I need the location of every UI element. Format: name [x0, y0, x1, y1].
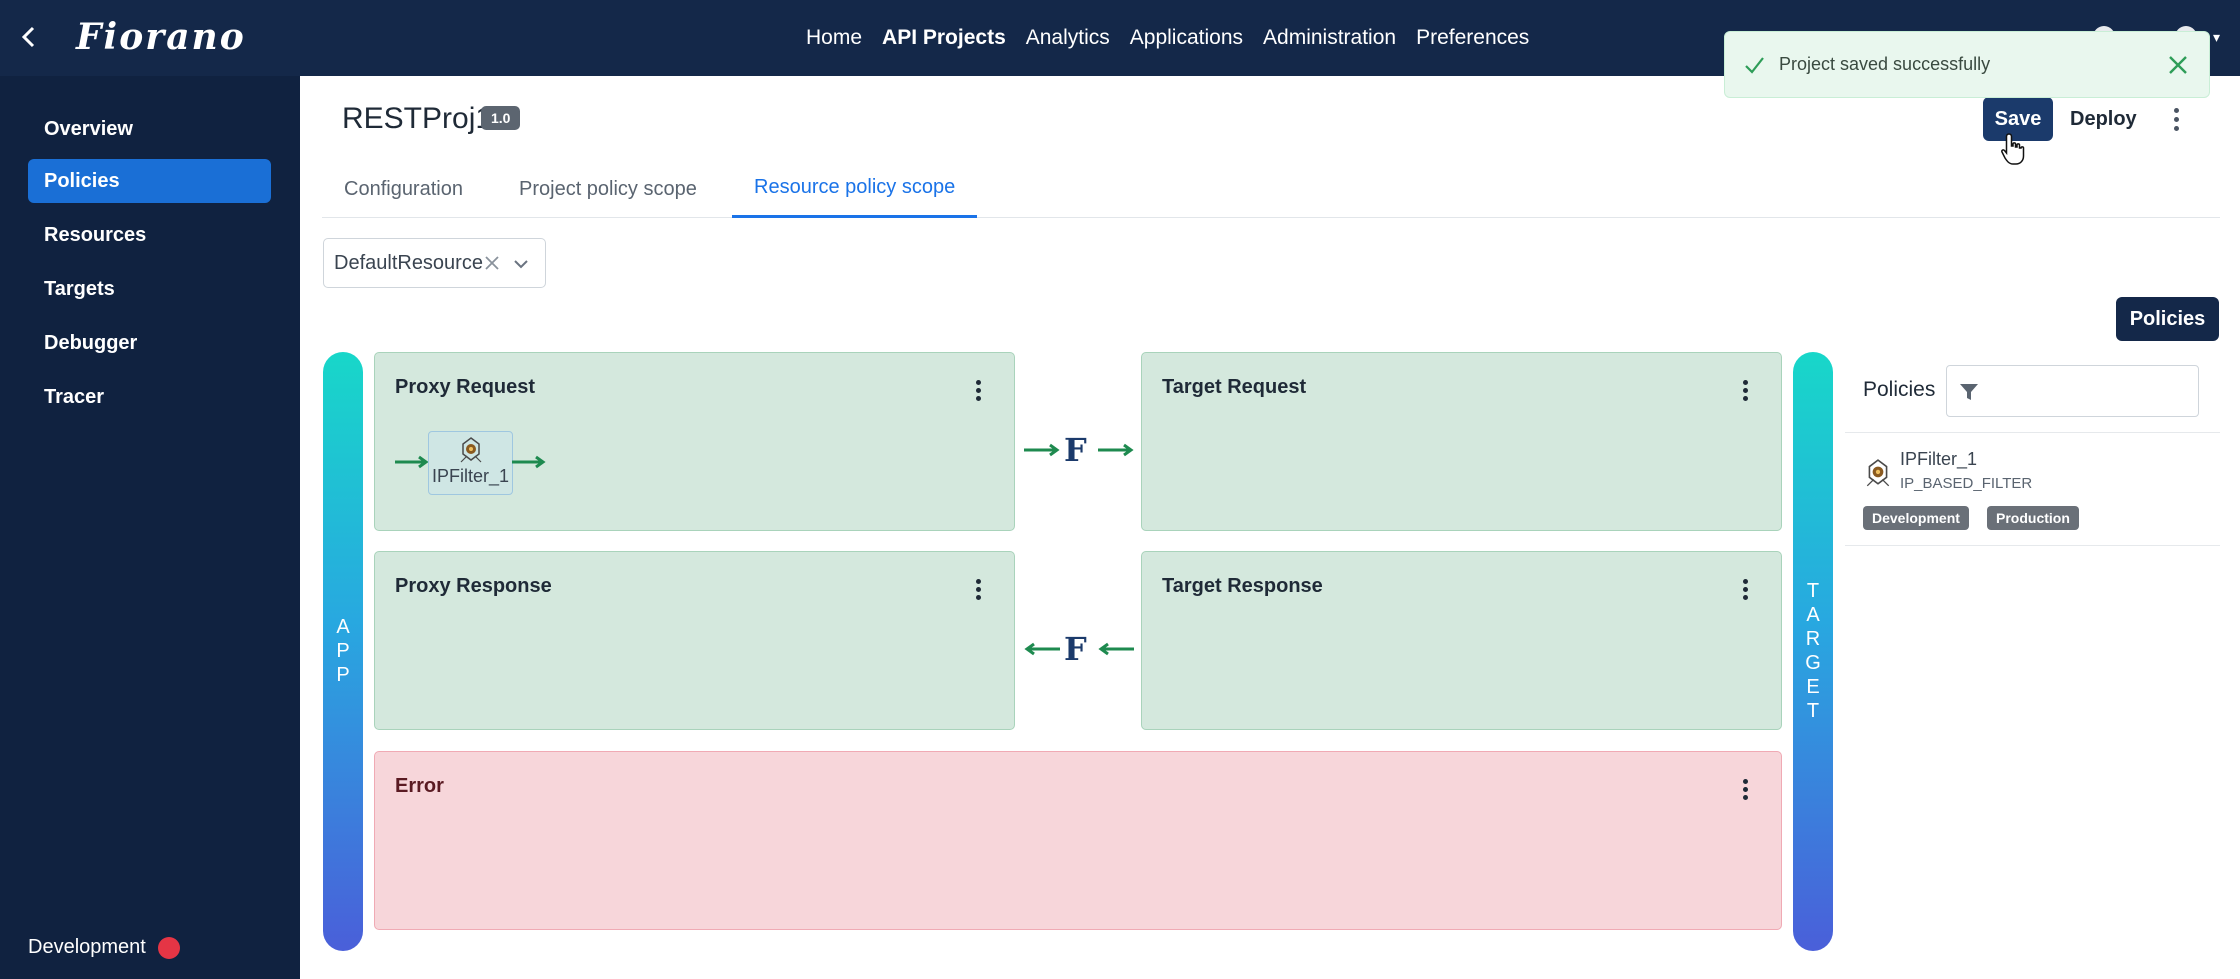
tab-resource-policy-scope[interactable]: Resource policy scope [732, 160, 978, 218]
arrow-right-icon [1098, 443, 1134, 457]
check-icon [1745, 56, 1764, 74]
nav-api-projects[interactable]: API Projects [882, 26, 1006, 50]
nav-home[interactable]: Home [806, 26, 862, 50]
fiorano-logo[interactable]: Fiorano [76, 16, 246, 58]
target-label: TARGET [1802, 579, 1824, 724]
clear-icon[interactable] [482, 253, 502, 273]
proxy-response-title: Proxy Response [395, 575, 552, 597]
chevron-down-icon[interactable] [510, 253, 532, 275]
back-arrow-icon[interactable] [14, 22, 44, 52]
close-icon[interactable] [2165, 52, 2191, 78]
deploy-button[interactable]: Deploy [2070, 97, 2137, 141]
sidebar-item-targets[interactable]: Targets [28, 267, 271, 311]
proxy-request-menu-icon[interactable] [972, 379, 984, 401]
arrow-left-icon [1024, 642, 1060, 656]
error-flow-box[interactable]: Error [374, 751, 1782, 930]
tag-production: Production [1987, 506, 2079, 530]
policy-list-item[interactable]: IPFilter_1 IP_BASED_FILTER Development P… [1845, 434, 2220, 544]
sidebar-item-tracer[interactable]: Tracer [28, 375, 271, 419]
ipfilter-policy-label: IPFilter_1 [431, 466, 510, 486]
target-request-menu-icon[interactable] [1739, 379, 1751, 401]
sidebar-item-overview[interactable]: Overview [28, 107, 271, 151]
environment-status-dot [157, 936, 180, 959]
nav-applications[interactable]: Applications [1130, 26, 1243, 50]
panel-divider [1845, 432, 2220, 433]
proxy-request-box[interactable]: Proxy Request IPFilter_1 [374, 352, 1015, 531]
more-options-icon[interactable] [2166, 104, 2186, 134]
toast-message: Project saved successfully [1779, 54, 1991, 74]
tab-configuration[interactable]: Configuration [344, 160, 463, 218]
arrow-left-icon [1098, 642, 1134, 656]
policies-panel-title: Policies [1863, 378, 1936, 401]
ipfilter-policy-node[interactable]: IPFilter_1 [428, 431, 513, 495]
target-response-box[interactable]: Target Response [1141, 551, 1782, 730]
error-flow-menu-icon[interactable] [1739, 778, 1751, 800]
arrow-right-icon [1024, 443, 1060, 457]
success-toast: Project saved successfully [1724, 31, 2210, 98]
app-bar: APP [323, 352, 363, 951]
chevron-down-icon[interactable]: ▾ [2213, 29, 2220, 46]
nav-analytics[interactable]: Analytics [1026, 26, 1110, 50]
target-bar: TARGET [1793, 352, 1833, 951]
environment-label: Development [28, 936, 146, 958]
version-badge: 1.0 [481, 106, 521, 130]
proxy-response-menu-icon[interactable] [972, 578, 984, 600]
nav-preferences[interactable]: Preferences [1416, 26, 1529, 50]
ip-filter-icon [460, 437, 481, 463]
sidebar-item-policies[interactable]: Policies [28, 159, 271, 203]
sidebar-item-debugger[interactable]: Debugger [28, 321, 271, 365]
scope-tabs: Configuration Project policy scope Resou… [322, 160, 2220, 218]
policies-toggle-button[interactable]: Policies [2116, 297, 2219, 341]
gateway-f-icon: F [1064, 630, 1087, 668]
gateway-f-icon: F [1064, 431, 1087, 469]
proxy-response-box[interactable]: Proxy Response [374, 551, 1015, 730]
project-title: RESTProj1 [342, 102, 493, 135]
sidebar: Overview Policies Resources Targets Debu… [0, 76, 300, 979]
target-response-menu-icon[interactable] [1739, 578, 1751, 600]
target-request-box[interactable]: Target Request [1141, 352, 1782, 531]
main-nav: Home API Projects Analytics Applications… [806, 0, 1549, 76]
resource-select-value: DefaultResource [334, 251, 483, 274]
environment-indicator[interactable]: Development [28, 936, 180, 959]
error-flow-title: Error [395, 775, 444, 797]
filter-icon[interactable] [1957, 380, 1981, 404]
target-request-title: Target Request [1162, 376, 1307, 398]
target-response-title: Target Response [1162, 575, 1323, 597]
proxy-request-title: Proxy Request [395, 376, 536, 398]
policy-type: IP_BASED_FILTER [1900, 475, 2033, 492]
app-label: APP [332, 615, 354, 688]
nav-administration[interactable]: Administration [1263, 26, 1396, 50]
policy-name: IPFilter_1 [1900, 449, 1978, 469]
tab-project-policy-scope[interactable]: Project policy scope [519, 160, 697, 218]
panel-divider [1845, 545, 2220, 546]
arrow-right-icon [395, 455, 429, 469]
sidebar-item-resources[interactable]: Resources [28, 213, 271, 257]
resource-select[interactable]: DefaultResource [323, 238, 546, 288]
arrow-right-icon [512, 455, 546, 469]
policies-filter-input[interactable] [1946, 365, 2199, 417]
ip-filter-icon [1866, 459, 1890, 487]
tag-development: Development [1863, 506, 1969, 530]
